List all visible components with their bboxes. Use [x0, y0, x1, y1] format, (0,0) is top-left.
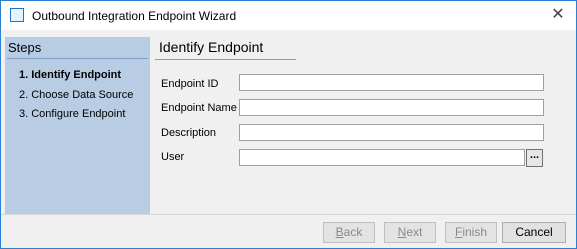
page-title: Identify Endpoint [159, 39, 264, 55]
app-icon [10, 8, 24, 22]
endpoint-name-label: Endpoint Name [161, 102, 237, 114]
user-label: User [161, 151, 185, 163]
close-icon[interactable]: ✕ [548, 5, 568, 25]
finish-button[interactable]: Finish [445, 222, 497, 243]
wizard-body: Steps 1. Identify Endpoint 2. Choose Dat… [1, 30, 576, 248]
back-label: ack [343, 225, 363, 239]
steps-header: Steps [8, 40, 42, 55]
step-identify-endpoint: 1. Identify Endpoint [19, 69, 122, 81]
user-input[interactable] [239, 149, 525, 166]
step-choose-data-source: 2. Choose Data Source [19, 89, 134, 101]
step-configure-endpoint: 3. Configure Endpoint [19, 108, 126, 120]
next-button[interactable]: Next [384, 222, 436, 243]
page-title-underline [155, 59, 296, 60]
user-browse-button[interactable]: ... [526, 149, 543, 167]
back-button[interactable]: Back [323, 222, 375, 243]
window-title: Outbound Integration Endpoint Wizard [32, 9, 237, 23]
title-bar: Outbound Integration Endpoint Wizard ✕ [1, 1, 576, 30]
back-mnemonic: B [335, 225, 344, 239]
button-bar-divider [1, 214, 576, 215]
description-label: Description [161, 127, 217, 139]
endpoint-id-input[interactable] [239, 74, 544, 91]
endpoint-id-label: Endpoint ID [161, 78, 219, 90]
steps-divider [7, 58, 148, 59]
steps-panel: Steps 1. Identify Endpoint 2. Choose Dat… [5, 37, 150, 215]
finish-label: inish [462, 225, 488, 239]
next-label: ext [406, 225, 423, 239]
description-input[interactable] [239, 124, 544, 141]
endpoint-name-input[interactable] [239, 99, 544, 116]
wizard-window: Outbound Integration Endpoint Wizard ✕ S… [0, 0, 577, 249]
cancel-button[interactable]: Cancel [502, 222, 566, 243]
